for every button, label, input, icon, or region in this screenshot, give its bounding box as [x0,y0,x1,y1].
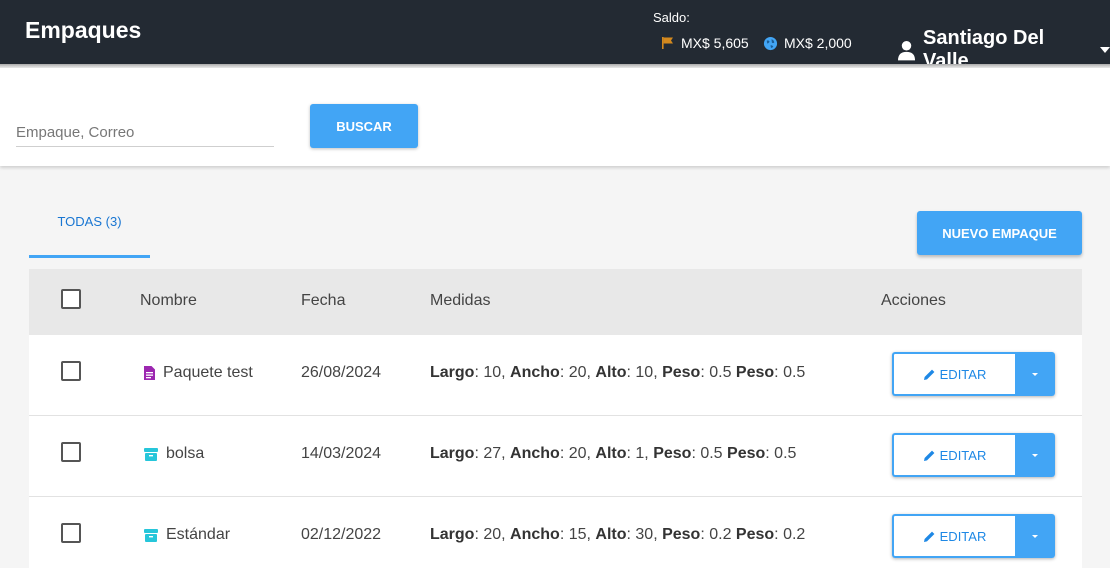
row-checkbox[interactable] [61,523,81,543]
actions-dropdown-button[interactable] [1015,514,1055,558]
balance-1-text: MX$ 5,605 [681,35,749,51]
page-title: Empaques [25,17,142,43]
row-checkbox[interactable] [61,361,81,381]
tab-todas[interactable]: TODAS (3) [29,200,150,258]
package-name: bolsa [166,445,205,462]
table-row: Paquete test 26/08/2024 Largo: 10, Ancho… [29,335,1082,416]
box-icon [144,448,158,461]
column-header-nombre: Nombre [140,292,197,309]
edit-button[interactable]: EDITAR [892,352,1015,396]
tab-label: TODAS (3) [57,214,122,229]
box-icon [144,529,158,542]
column-header-medidas: Medidas [430,292,491,309]
actions-dropdown-button[interactable] [1015,352,1055,396]
globe-icon [763,36,778,50]
package-date: 14/03/2024 [301,445,382,462]
pencil-icon [923,450,935,461]
new-package-button[interactable]: NUEVO EMPAQUE [917,211,1082,255]
search-input[interactable] [16,118,274,147]
row-name-cell: Paquete test [143,364,253,382]
balance-mx: MX$ 5,605 [661,35,749,51]
edit-button[interactable]: EDITAR [892,514,1015,558]
user-icon [898,40,916,60]
edit-label: EDITAR [939,447,987,463]
tab-active-indicator [29,255,150,258]
top-app-bar: Empaques Saldo: MX$ 5,605 MX$ 2,000 Sant… [0,0,1110,72]
edit-label: EDITAR [939,528,987,544]
pencil-icon [923,369,935,380]
row-name-cell: bolsa [143,445,204,463]
column-header-fecha: Fecha [301,292,346,309]
row-name-cell: Estándar [143,526,230,544]
column-header-acciones: Acciones [881,292,946,309]
saldo-label: Saldo: [653,10,690,25]
select-all-checkbox[interactable] [61,289,81,309]
chevron-down-icon [1100,47,1110,53]
table-row: Estándar 02/12/2022 Largo: 20, Ancho: 15… [29,497,1082,568]
package-measures: Largo: 27, Ancho: 20, Alto: 1, Peso: 0.5… [430,445,797,462]
edit-label: EDITAR [939,366,987,382]
actions-dropdown-button[interactable] [1015,433,1055,477]
table-header: Nombre Fecha Medidas Acciones [29,269,1082,335]
balance-international: MX$ 2,000 [763,35,852,51]
package-name: Estándar [166,526,231,543]
package-date: 26/08/2024 [301,364,382,381]
caret-down-icon [1032,534,1038,538]
row-actions: EDITAR [892,514,1055,558]
table-row: bolsa 14/03/2024 Largo: 27, Ancho: 20, A… [29,416,1082,497]
package-date: 02/12/2022 [301,526,382,543]
package-measures: Largo: 20, Ancho: 15, Alto: 30, Peso: 0.… [430,526,806,543]
packages-table: Nombre Fecha Medidas Acciones Paquete te… [29,269,1082,568]
caret-down-icon [1032,453,1038,457]
row-checkbox[interactable] [61,442,81,462]
row-actions: EDITAR [892,433,1055,477]
flag-icon [662,37,673,49]
pencil-icon [923,531,935,542]
search-button[interactable]: BUSCAR [310,104,418,148]
row-actions: EDITAR [892,352,1055,396]
search-panel: BUSCAR [0,68,1110,166]
balance-2-text: MX$ 2,000 [784,35,852,51]
caret-down-icon [1032,372,1038,376]
document-icon [144,366,155,380]
edit-button[interactable]: EDITAR [892,433,1015,477]
package-measures: Largo: 10, Ancho: 20, Alto: 10, Peso: 0.… [430,364,806,381]
package-name: Paquete test [163,364,253,381]
